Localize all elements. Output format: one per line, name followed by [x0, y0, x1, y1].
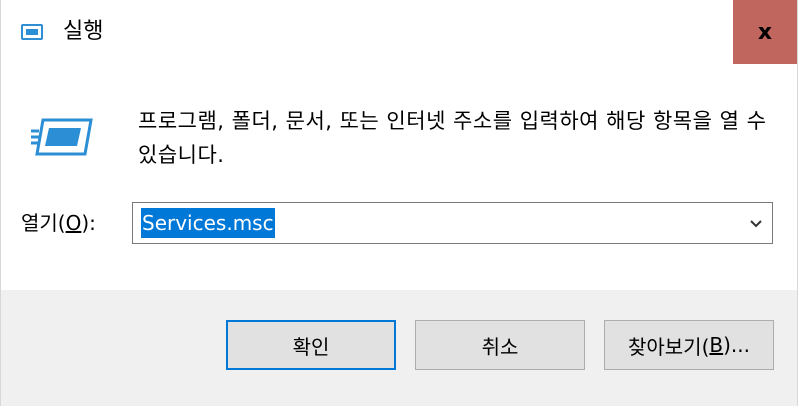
run-icon: [21, 24, 43, 40]
dialog-description: 프로그램, 폴더, 문서, 또는 인터넷 주소를 입력하여 해당 항목을 열 수…: [138, 109, 767, 167]
open-combobox[interactable]: Services.msc: [132, 202, 773, 244]
close-button[interactable]: x: [733, 0, 797, 64]
open-label: 열기(O):: [21, 211, 96, 235]
run-dialog: 실행 x 프로그램, 폴더, 문서, 또는 인터넷 주소를 입력하여 해당 항목…: [0, 0, 798, 406]
browse-button[interactable]: 찾아보기(B)...: [604, 320, 774, 370]
ok-button[interactable]: 확인: [226, 320, 396, 370]
run-program-icon: [29, 117, 93, 157]
cancel-button[interactable]: 취소: [415, 320, 585, 370]
title-bar[interactable]: 실행 x: [1, 0, 797, 64]
chevron-down-icon[interactable]: [748, 215, 764, 231]
open-input-value[interactable]: Services.msc: [141, 208, 275, 238]
close-icon: x: [757, 19, 773, 45]
window-title: 실행: [63, 19, 104, 44]
